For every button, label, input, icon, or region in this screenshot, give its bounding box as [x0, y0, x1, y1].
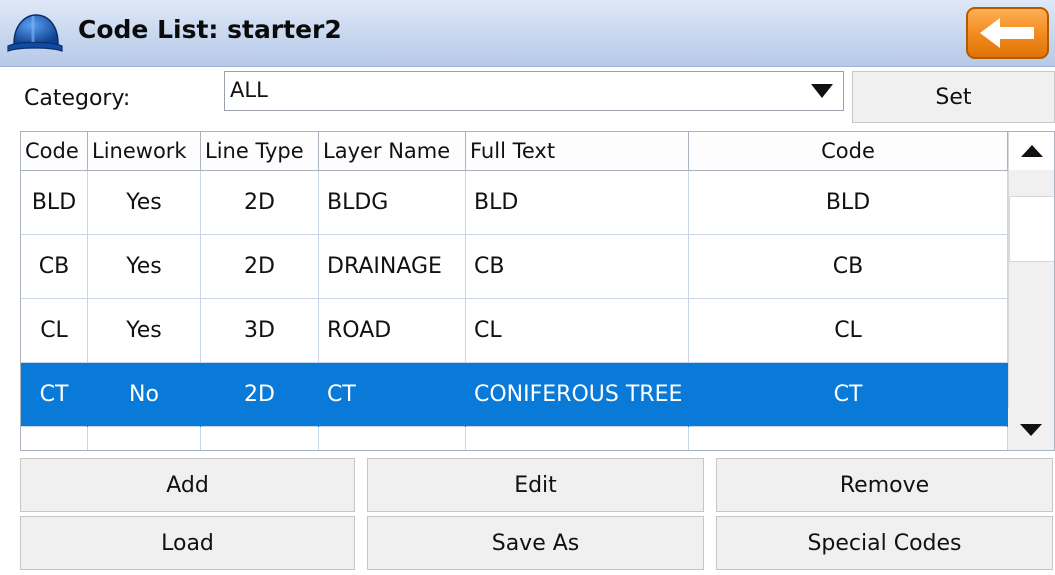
- cell-full-text: BLD: [466, 171, 689, 235]
- column-header-full-text[interactable]: Full Text: [466, 132, 689, 170]
- cell-line-type: 2D: [201, 235, 319, 299]
- cell-code-2: CT: [689, 363, 1008, 427]
- column-header-code-2[interactable]: Code: [689, 132, 1008, 170]
- cell-full-text: CONIFEROUS TREE: [466, 363, 689, 427]
- remove-button[interactable]: Remove: [716, 458, 1053, 512]
- save-as-button[interactable]: Save As: [367, 516, 704, 570]
- scroll-up-button[interactable]: [1008, 132, 1054, 170]
- cell-line-type: 3D: [201, 299, 319, 363]
- cell-code-2: CB: [689, 235, 1008, 299]
- dropdown-arrow-icon[interactable]: [809, 82, 835, 100]
- triangle-up-icon: [1021, 145, 1043, 157]
- category-label: Category:: [24, 86, 131, 111]
- cell-empty: [21, 427, 88, 450]
- cell-linework: Yes: [88, 235, 201, 299]
- back-arrow-icon: [980, 18, 1034, 48]
- cell-code-2: CL: [689, 299, 1008, 363]
- table-row[interactable]: CB Yes 2D DRAINAGE CB CB: [21, 235, 1008, 299]
- edit-button[interactable]: Edit: [367, 458, 704, 512]
- scrollbar-thumb[interactable]: [1009, 196, 1054, 262]
- special-codes-button[interactable]: Special Codes: [716, 516, 1053, 570]
- cell-line-type: 2D: [201, 171, 319, 235]
- add-button[interactable]: Add: [20, 458, 355, 512]
- cell-linework: Yes: [88, 171, 201, 235]
- cell-code: CT: [21, 363, 88, 427]
- hardhat-icon: [7, 14, 63, 52]
- table-row[interactable]: CL Yes 3D ROAD CL CL: [21, 299, 1008, 363]
- cell-code: CB: [21, 235, 88, 299]
- table-row-empty: [21, 427, 1008, 450]
- cell-linework: No: [88, 363, 201, 427]
- cell-empty: [689, 427, 1008, 450]
- cell-empty: [319, 427, 466, 450]
- scroll-down-button[interactable]: [1008, 408, 1054, 450]
- column-header-code[interactable]: Code: [21, 132, 88, 170]
- column-header-line-type[interactable]: Line Type: [201, 132, 319, 170]
- cell-layer-name: DRAINAGE: [319, 235, 466, 299]
- table-row[interactable]: BLD Yes 2D BLDG BLD BLD: [21, 171, 1008, 235]
- cell-layer-name: BLDG: [319, 171, 466, 235]
- page-title: Code List: starter2: [78, 15, 342, 44]
- code-table: Code Linework Line Type Layer Name Full …: [20, 131, 1055, 451]
- cell-empty: [201, 427, 319, 450]
- load-button[interactable]: Load: [20, 516, 355, 570]
- cell-full-text: CL: [466, 299, 689, 363]
- cell-layer-name: CT: [319, 363, 466, 427]
- cell-code: CL: [21, 299, 88, 363]
- cell-layer-name: ROAD: [319, 299, 466, 363]
- set-button[interactable]: Set: [852, 71, 1055, 123]
- column-header-layer-name[interactable]: Layer Name: [319, 132, 466, 170]
- table-header: Code Linework Line Type Layer Name Full …: [21, 132, 1037, 171]
- title-bar: Code List: starter2: [0, 0, 1055, 67]
- triangle-down-icon: [1020, 424, 1042, 436]
- cell-code: BLD: [21, 171, 88, 235]
- column-header-linework[interactable]: Linework: [88, 132, 201, 170]
- cell-linework: Yes: [88, 299, 201, 363]
- cell-empty: [88, 427, 201, 450]
- cell-code-2: BLD: [689, 171, 1008, 235]
- cell-full-text: CB: [466, 235, 689, 299]
- category-dropdown[interactable]: ALL: [224, 71, 844, 111]
- category-value: ALL: [230, 78, 268, 102]
- table-row-selected[interactable]: CT No 2D CT CONIFEROUS TREE CT: [21, 363, 1008, 427]
- back-button[interactable]: [966, 7, 1049, 59]
- cell-empty: [466, 427, 689, 450]
- cell-line-type: 2D: [201, 363, 319, 427]
